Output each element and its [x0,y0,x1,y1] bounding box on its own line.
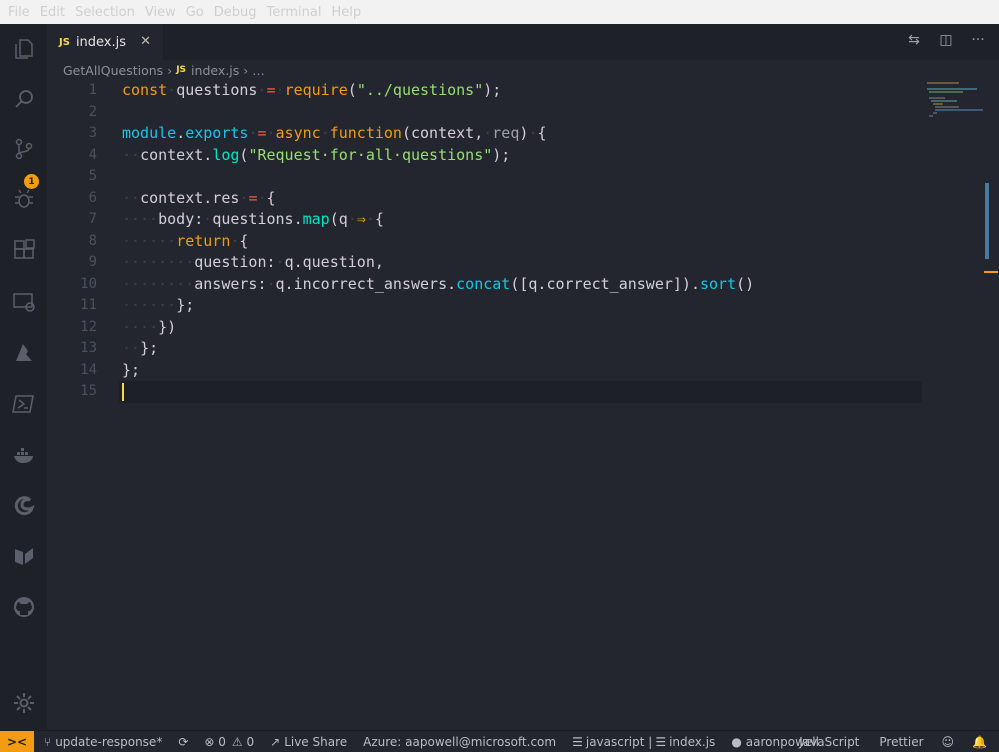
line-number: 10 [80,275,97,292]
branch-name: update-response* [55,734,163,749]
line-number: 3 [88,125,97,141]
github-icon: ● [731,734,742,749]
more-actions-icon[interactable]: ··· [969,32,987,48]
chevron-right-icon: › [243,62,249,78]
line-number: 11 [80,297,97,313]
status-bar-right: JavaScript Prettier ☺ 🔔 [799,731,999,752]
editor-actions: ⇆ ◫ ··· [905,32,987,48]
notifications-bell-icon[interactable]: 🔔 [972,735,987,749]
line-number: 4 [88,146,97,163]
line-number: 13 [80,340,97,356]
status-bar: >< ⑂ update-response* ⟳ ⊗ 0 ⚠ 0 ↗ Live S… [0,730,999,752]
text-cursor [122,383,124,401]
problems-indicator[interactable]: ⊗ 0 ⚠ 0 [204,735,254,749]
javascript-file-icon: JS [176,65,187,75]
code-line-6: ··context.res·=·{ [122,188,276,207]
extensions-icon[interactable] [11,237,37,263]
javascript-file-icon: JS [59,36,70,48]
line-number: 15 [80,383,97,399]
tab-index-js[interactable]: JS index.js ✕ [47,24,163,60]
search-icon[interactable] [11,86,37,112]
menu-edit[interactable]: Edit [40,5,65,20]
file-scope: index.js [669,734,716,749]
docker-icon[interactable] [11,442,37,468]
code-line-7: ····body:·questions.map(q·⇒·{ [122,210,384,228]
azure-account[interactable]: Azure: aapowell@microsoft.com [363,735,556,749]
source-control-icon[interactable] [11,136,37,162]
warnings-count: ⚠ 0 [231,734,255,749]
list-icon: ☰ [572,734,583,749]
code-line-13: ··}; [122,339,159,357]
line-number: 14 [80,361,97,378]
code-editor[interactable]: 1 2 3 4 5 6 7 8 9 10 11 12 13 14 15 cons… [47,80,999,730]
live-share-icon: ↗ [270,734,281,749]
code-line-8: ······return·{ [122,231,249,250]
cursor-position-marker [984,271,998,273]
scope-indicator[interactable]: ☰ javascript | ☰ index.js [572,735,715,749]
remote-indicator-icon[interactable]: >< [0,731,34,752]
menu-help[interactable]: Help [331,5,361,20]
debug-icon[interactable] [11,186,37,212]
scrollbar[interactable] [985,183,989,259]
live-share-icon[interactable] [11,543,37,569]
line-number: 8 [88,232,97,249]
branch-indicator[interactable]: ⑂ update-response* [44,735,162,749]
menu-terminal[interactable]: Terminal [267,5,322,20]
azure-icon[interactable] [11,340,37,366]
chevron-right-icon: › [167,62,173,78]
code-line-14: }; [122,360,141,379]
split-editor-icon[interactable]: ◫ [937,32,955,48]
line-number: 7 [88,211,97,227]
feedback-icon[interactable]: ☺ [942,735,955,749]
breadcrumb-folder[interactable]: GetAllQuestions [63,63,163,78]
git-branch-icon: ⑂ [44,734,52,749]
line-number: 5 [88,168,97,184]
line-number: 9 [88,254,97,270]
sync-icon[interactable]: ⟳ [178,735,188,749]
explorer-icon[interactable] [11,36,37,62]
breadcrumb-symbol[interactable]: … [252,63,265,78]
prettier-status[interactable]: Prettier [879,735,923,749]
settings-gear-icon[interactable] [11,690,37,716]
menu-go[interactable]: Go [186,5,204,20]
language-mode[interactable]: JavaScript [799,735,859,749]
minimap[interactable] [923,80,983,130]
live-share-button[interactable]: ↗ Live Share [270,735,347,749]
code-line-4: ··context.log("Request·for·all·questions… [122,145,511,164]
menu-bar: File Edit Selection View Go Debug Termin… [0,0,999,24]
line-number: 12 [80,318,97,335]
menu-view[interactable]: View [145,5,176,20]
edge-icon[interactable] [11,493,37,519]
code-line-9: ········question:·q.question, [122,253,384,271]
menu-selection[interactable]: Selection [75,5,135,20]
powershell-icon[interactable] [11,391,37,417]
remote-explorer-icon[interactable] [11,289,37,315]
language-scope: javascript | [585,734,653,749]
line-number: 2 [88,103,97,120]
code-line-10: ········answers:·q.incorrect_answers.con… [122,274,755,293]
tab-bar: JS index.js ✕ ⇆ ◫ ··· [47,24,999,60]
line-number: 6 [88,189,97,206]
list-icon: ☰ [655,734,667,749]
tab-label: index.js [75,34,127,50]
breadcrumb: GetAllQuestions › JS index.js › … [47,60,999,80]
open-changes-icon[interactable]: ⇆ [905,32,923,48]
code-line-3: module.exports·=·async·function(context,… [122,124,547,142]
line-number: 1 [88,82,97,98]
code-line-1: const·questions·=·require("../questions"… [122,81,502,99]
close-icon[interactable]: ✕ [140,34,151,49]
live-share-label: Live Share [284,734,348,749]
menu-file[interactable]: File [8,5,30,20]
github-icon[interactable] [11,594,37,620]
activity-bar: 1 [0,24,47,730]
code-line-11: ······}; [122,296,195,314]
errors-count: ⊗ 0 [204,734,226,749]
code-line-12: ····}) [122,317,177,336]
menu-debug[interactable]: Debug [214,5,257,20]
breadcrumb-file[interactable]: index.js [191,63,239,78]
current-line-highlight [119,381,922,403]
